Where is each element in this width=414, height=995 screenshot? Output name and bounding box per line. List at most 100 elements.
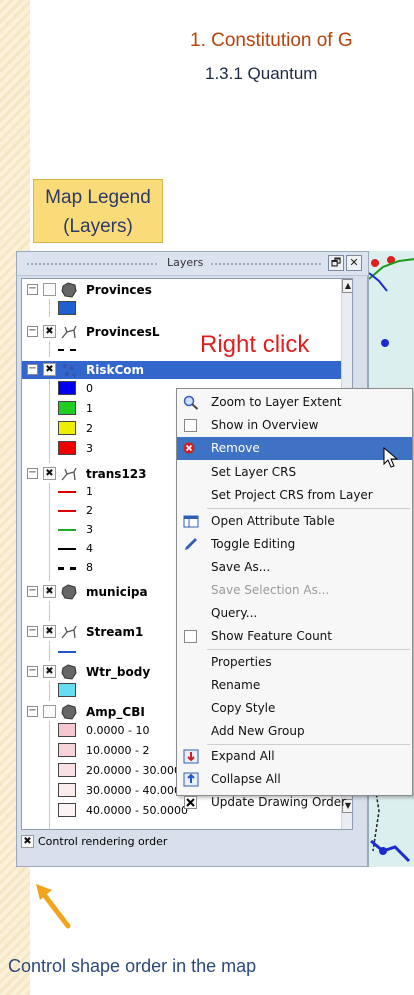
menu-item-label: Save Selection As... — [211, 583, 330, 597]
float-panel-button[interactable]: 🗗 — [328, 255, 344, 271]
menu-item-label: Zoom to Layer Extent — [211, 395, 342, 409]
layer-row[interactable]: − Provinces — [22, 281, 352, 299]
scroll-up-button[interactable]: ▲ — [342, 279, 352, 293]
collapse-toggle-icon[interactable]: − — [27, 326, 38, 337]
menu-item-rename[interactable]: Rename — [177, 674, 412, 697]
close-panel-button[interactable]: ✕ — [346, 255, 362, 271]
layer-visibility-checkbox[interactable]: ✖ — [43, 363, 56, 376]
mouse-cursor-icon — [383, 446, 399, 473]
zoom-extent-icon — [183, 395, 199, 410]
menu-item-add-new-group[interactable]: Add New Group — [177, 720, 412, 743]
pencil-icon — [183, 537, 199, 552]
risk-class-swatch — [58, 441, 76, 455]
menu-item-show-feature-count[interactable]: Show Feature Count — [177, 625, 412, 648]
amp-class-label: 40.0000 - 50.0000 — [86, 804, 188, 817]
menu-item-update-drawing-order[interactable]: Update Drawing Order — [177, 791, 412, 814]
menu-item-label: Expand All — [211, 749, 275, 763]
trans-class-line — [58, 548, 76, 550]
provinces-symbol — [58, 301, 76, 315]
layer-visibility-checkbox[interactable]: ✖ — [43, 625, 56, 638]
layer-visibility-checkbox[interactable] — [43, 705, 56, 718]
stream-symbol — [58, 651, 76, 653]
menu-item-expand-all[interactable]: Expand All — [177, 745, 412, 768]
provincesl-symbol — [58, 349, 76, 351]
amp-class-label: 0.0000 - 10 — [86, 724, 150, 737]
trans-class-label: 3 — [86, 523, 93, 536]
layer-name: municipa — [86, 585, 148, 599]
control-rendering-order-checkbox[interactable]: ✖ — [21, 835, 34, 848]
menu-item-label: Query... — [211, 606, 258, 620]
slide-caption: Control shape order in the map — [8, 956, 257, 976]
legend-callout-line2: (Layers) — [63, 216, 133, 237]
tree-guide-line — [49, 641, 50, 661]
menu-item-save-selection-as[interactable]: Save Selection As... — [177, 579, 412, 602]
line-layer-icon — [60, 324, 78, 340]
layer-visibility-checkbox[interactable]: ✖ — [43, 585, 56, 598]
menu-item-label: Set Project CRS from Layer — [211, 488, 373, 502]
collapse-toggle-icon[interactable]: − — [27, 364, 38, 375]
menu-item-set-project-crs-from-layer[interactable]: Set Project CRS from Layer — [177, 484, 412, 507]
menu-item-label: Show in Overview — [211, 418, 319, 432]
legend-callout-line1: Map Legend — [45, 187, 151, 208]
trans-class-label: 8 — [86, 561, 93, 574]
menu-item-toggle-editing[interactable]: Toggle Editing — [177, 533, 412, 556]
trans-class-label: 4 — [86, 542, 93, 555]
grip-dots — [27, 263, 157, 265]
layer-visibility-checkbox[interactable]: ✖ — [43, 325, 56, 338]
menu-item-label: Copy Style — [211, 701, 276, 715]
polygon-layer-icon — [60, 664, 78, 680]
collapse-toggle-icon[interactable]: − — [27, 706, 38, 717]
menu-item-query[interactable]: Query... — [177, 602, 412, 625]
layer-visibility-checkbox[interactable] — [43, 283, 56, 296]
point-layer-icon — [60, 362, 78, 378]
checkbox-icon — [183, 418, 199, 433]
layer-name: ProvincesL — [86, 325, 160, 339]
risk-class-label: 3 — [86, 442, 93, 455]
menu-item-zoom-to-layer-extent[interactable]: Zoom to Layer Extent — [177, 391, 412, 414]
layer-name: trans123 — [86, 467, 147, 481]
layer-visibility-checkbox[interactable]: ✖ — [43, 467, 56, 480]
menu-item-copy-style[interactable]: Copy Style — [177, 697, 412, 720]
menu-item-remove[interactable]: Remove — [177, 437, 412, 460]
menu-item-collapse-all[interactable]: Collapse All — [177, 768, 412, 791]
menu-item-label: Open Attribute Table — [211, 514, 335, 528]
risk-class-swatch — [58, 401, 76, 415]
amp-class-label: 30.0000 - 40.0000 — [86, 784, 188, 797]
amp-class-swatch — [58, 723, 76, 737]
slide-heading-1: 1. Constitution of G — [190, 30, 353, 51]
menu-item-show-in-overview[interactable]: Show in Overview — [177, 414, 412, 437]
amp-class-swatch — [58, 763, 76, 777]
collapse-icon — [183, 772, 199, 787]
layers-panel-titlebar[interactable]: Layers 🗗 ✕ — [17, 252, 369, 276]
menu-separator — [207, 508, 410, 509]
layer-name: Amp_CBI — [86, 705, 145, 719]
tree-guide-line — [49, 681, 50, 701]
collapse-toggle-icon[interactable]: − — [27, 284, 38, 295]
menu-item-save-as[interactable]: Save As... — [177, 556, 412, 579]
layer-name: RiskCom — [86, 363, 145, 377]
collapse-toggle-icon[interactable]: − — [27, 666, 38, 677]
collapse-toggle-icon[interactable]: − — [27, 626, 38, 637]
menu-item-label: Add New Group — [211, 724, 305, 738]
menu-item-label: Save As... — [211, 560, 271, 574]
layer-row[interactable]: − ✖ RiskCom — [22, 361, 352, 379]
menu-item-label: Set Layer CRS — [211, 465, 297, 479]
collapse-toggle-icon[interactable]: − — [27, 468, 38, 479]
tree-guide-line — [49, 299, 50, 317]
amp-class-label: 10.0000 - 2 — [86, 744, 150, 757]
polygon-layer-icon — [60, 704, 78, 720]
layer-context-menu: Zoom to Layer Extent Show in Overview Remo… — [176, 388, 413, 809]
menu-item-properties[interactable]: Properties — [177, 651, 412, 674]
amp-class-swatch — [58, 783, 76, 797]
menu-item-set-layer-crs[interactable]: Set Layer CRS — [177, 461, 412, 484]
tree-guide-line — [49, 483, 50, 581]
menu-item-label: Collapse All — [211, 772, 281, 786]
remove-icon — [183, 441, 199, 456]
menu-item-label: Toggle Editing — [211, 537, 296, 551]
right-click-annotation: Right click — [200, 331, 310, 358]
trans-class-line — [58, 529, 76, 531]
collapse-toggle-icon[interactable]: − — [27, 586, 38, 597]
menu-item-label: Update Drawing Order — [211, 795, 347, 809]
layer-visibility-checkbox[interactable]: ✖ — [43, 665, 56, 678]
menu-item-open-attribute-table[interactable]: Open Attribute Table — [177, 510, 412, 533]
